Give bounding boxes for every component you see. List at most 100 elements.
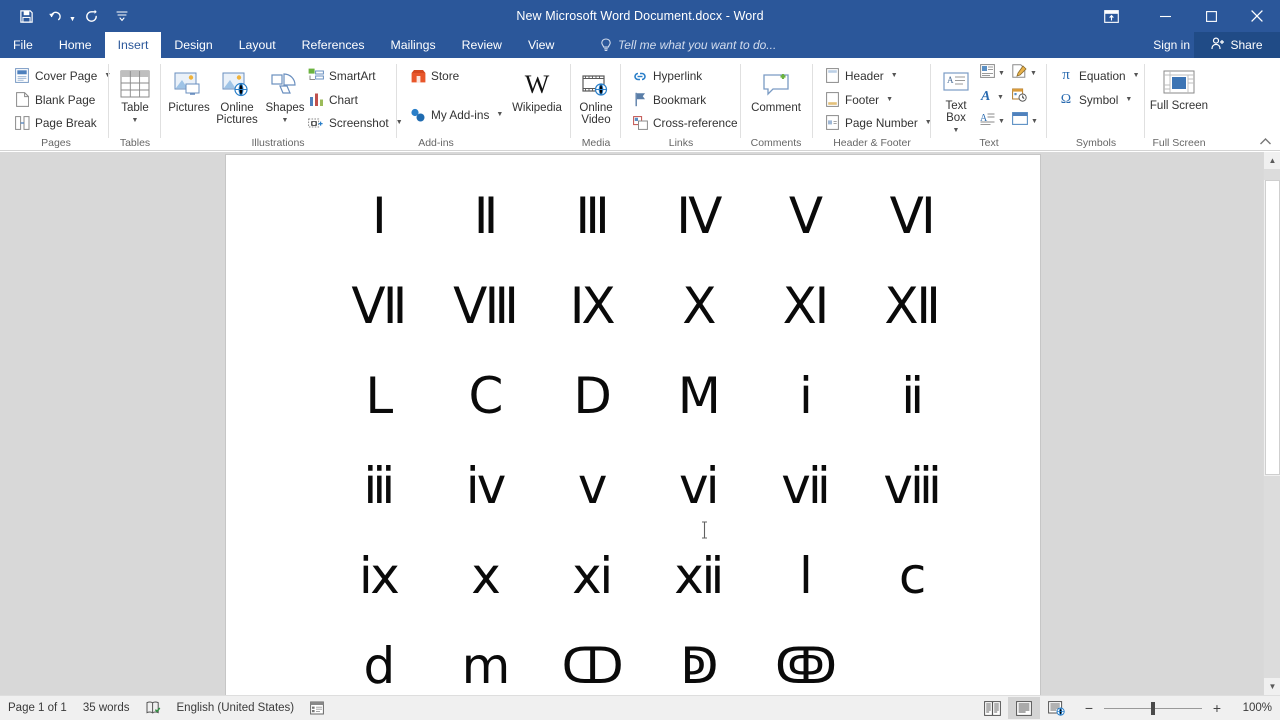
- tab-review[interactable]: Review: [449, 32, 515, 58]
- chevron-down-icon[interactable]: ▼: [1125, 96, 1132, 103]
- cross-reference-button[interactable]: Cross-reference: [628, 111, 742, 134]
- chevron-down-icon[interactable]: ▼: [132, 115, 139, 127]
- wikipedia-icon: W: [524, 70, 550, 99]
- scrollbar-thumb[interactable]: [1265, 180, 1280, 475]
- chevron-down-icon[interactable]: ▼: [1133, 72, 1140, 79]
- store-button[interactable]: Store: [406, 64, 463, 87]
- document-page[interactable]: Ⅰ Ⅱ Ⅲ Ⅳ Ⅴ Ⅵ Ⅶ Ⅷ Ⅸ Ⅹ Ⅺ Ⅻ Ⅼ Ⅽ Ⅾ Ⅿ ⅰ ⅱ ⅲ ⅳ …: [226, 155, 1040, 695]
- ribbon-group-tables: Table ▼ Tables: [110, 58, 160, 151]
- close-button[interactable]: [1234, 0, 1280, 32]
- window-title: New Microsoft Word Document.docx - Word: [516, 9, 764, 23]
- text-box-icon: A: [942, 64, 970, 98]
- tab-file[interactable]: File: [0, 32, 46, 58]
- tab-view[interactable]: View: [515, 32, 567, 58]
- object-button[interactable]: ▼: [1012, 112, 1038, 130]
- proofing-errors-icon[interactable]: [146, 701, 161, 715]
- numeral-cell: Ⅿ: [677, 367, 721, 425]
- full-screen-button[interactable]: Full Screen: [1149, 64, 1209, 112]
- footer-button[interactable]: Footer ▼: [820, 88, 897, 111]
- page-break-button[interactable]: Page Break: [10, 111, 101, 134]
- symbol-button[interactable]: Ω Symbol ▼: [1054, 88, 1136, 111]
- online-video-button[interactable]: Online Video: [572, 66, 620, 126]
- tab-insert[interactable]: Insert: [104, 32, 162, 58]
- ribbon-group-addins: Store My Add-ins ▼ W Wikipedia Add-ins: [398, 58, 570, 151]
- table-icon: [120, 66, 150, 100]
- web-layout-icon[interactable]: [1040, 697, 1072, 719]
- my-addins-button[interactable]: My Add-ins ▼: [406, 103, 507, 126]
- macro-recording-icon[interactable]: [310, 701, 325, 715]
- zoom-slider[interactable]: [1104, 701, 1202, 715]
- page-number-button[interactable]: Page Number ▼: [820, 111, 936, 134]
- document-canvas[interactable]: Ⅰ Ⅱ Ⅲ Ⅳ Ⅴ Ⅵ Ⅶ Ⅷ Ⅸ Ⅹ Ⅺ Ⅻ Ⅼ Ⅽ Ⅾ Ⅿ ⅰ ⅱ ⅲ ⅳ …: [0, 152, 1280, 695]
- numeral-cell: Ⅶ: [351, 277, 408, 335]
- zoom-slider-thumb[interactable]: [1151, 701, 1155, 715]
- date-time-button[interactable]: [1012, 88, 1027, 107]
- wordart-button[interactable]: A ▼: [980, 88, 1004, 107]
- signature-line-button[interactable]: ▼: [1012, 64, 1037, 83]
- scroll-track-lower[interactable]: [1264, 476, 1280, 678]
- drop-cap-button[interactable]: A ▼: [980, 112, 1005, 131]
- tab-design[interactable]: Design: [161, 32, 225, 58]
- chevron-down-icon[interactable]: ▼: [998, 70, 1005, 77]
- word-count[interactable]: 35 words: [83, 702, 130, 714]
- pictures-button[interactable]: Pictures: [162, 66, 216, 114]
- read-mode-icon[interactable]: [976, 697, 1008, 719]
- object-icon: [1012, 112, 1028, 130]
- tab-home[interactable]: Home: [46, 32, 105, 58]
- cover-page-button[interactable]: Cover Page ▼: [10, 64, 115, 87]
- minimize-button[interactable]: [1142, 0, 1188, 32]
- bookmark-button[interactable]: Bookmark: [628, 88, 710, 111]
- tab-references[interactable]: References: [289, 32, 378, 58]
- hyperlink-label: Hyperlink: [653, 68, 703, 83]
- cross-reference-label: Cross-reference: [653, 115, 738, 130]
- tab-layout[interactable]: Layout: [226, 32, 289, 58]
- wikipedia-button[interactable]: W Wikipedia: [506, 66, 568, 115]
- share-button[interactable]: Share: [1194, 32, 1280, 58]
- shapes-label: Shapes: [265, 102, 305, 114]
- chevron-down-icon[interactable]: ▼: [891, 72, 898, 79]
- header-button[interactable]: Header ▼: [820, 64, 902, 87]
- chevron-down-icon[interactable]: ▼: [953, 125, 960, 137]
- sign-in-link[interactable]: Sign in: [1153, 32, 1190, 58]
- quick-parts-button[interactable]: ▼: [980, 64, 1005, 83]
- zoom-level-label[interactable]: 100%: [1232, 702, 1272, 714]
- ribbon-display-options-icon[interactable]: [1090, 0, 1132, 32]
- language-indicator[interactable]: English (United States): [177, 702, 295, 714]
- vertical-scrollbar[interactable]: ▲ ▼: [1263, 152, 1280, 695]
- chevron-down-icon[interactable]: ▼: [1031, 118, 1038, 125]
- comment-icon: [762, 66, 790, 100]
- scroll-up-arrow-icon[interactable]: ▲: [1264, 152, 1280, 169]
- tab-mailings[interactable]: Mailings: [378, 32, 449, 58]
- smartart-button[interactable]: SmartArt: [304, 64, 380, 87]
- chevron-down-icon[interactable]: ▼: [997, 94, 1004, 101]
- print-layout-icon[interactable]: [1008, 697, 1040, 719]
- scroll-down-arrow-icon[interactable]: ▼: [1264, 678, 1280, 695]
- numeral-cell: ⅻ: [674, 547, 725, 605]
- maximize-button[interactable]: [1188, 0, 1234, 32]
- collapse-ribbon-icon[interactable]: [1259, 137, 1272, 148]
- chart-button[interactable]: Chart: [304, 88, 362, 111]
- equation-button[interactable]: π Equation ▼: [1054, 64, 1144, 87]
- scroll-track-upper[interactable]: [1264, 169, 1280, 180]
- online-pictures-button[interactable]: Online Pictures: [210, 66, 264, 126]
- chevron-down-icon[interactable]: ▼: [998, 118, 1005, 125]
- smartart-icon: [308, 68, 324, 84]
- hyperlink-button[interactable]: Hyperlink: [628, 64, 706, 87]
- chevron-down-icon[interactable]: ▼: [282, 115, 289, 127]
- table-button[interactable]: Table ▼: [110, 66, 160, 127]
- blank-page-button[interactable]: Blank Page: [10, 88, 99, 111]
- chevron-down-icon[interactable]: ▼: [496, 111, 503, 118]
- text-box-button[interactable]: A Text Box ▼: [934, 64, 978, 137]
- pictures-label: Pictures: [168, 102, 210, 114]
- page-number-label: Page Number: [845, 115, 918, 130]
- screenshot-button[interactable]: Screenshot ▼: [304, 111, 407, 134]
- comment-button[interactable]: Comment: [746, 66, 806, 114]
- zoom-in-button[interactable]: +: [1210, 701, 1224, 715]
- chevron-down-icon[interactable]: ▼: [886, 96, 893, 103]
- zoom-out-button[interactable]: −: [1082, 701, 1096, 715]
- online-pictures-label: Online Pictures: [216, 102, 258, 126]
- numeral-cell: Ⅸ: [569, 277, 616, 335]
- page-indicator[interactable]: Page 1 of 1: [8, 702, 67, 714]
- chevron-down-icon[interactable]: ▼: [1030, 70, 1037, 77]
- tell-me-search-box[interactable]: Tell me what you want to do...: [600, 32, 776, 58]
